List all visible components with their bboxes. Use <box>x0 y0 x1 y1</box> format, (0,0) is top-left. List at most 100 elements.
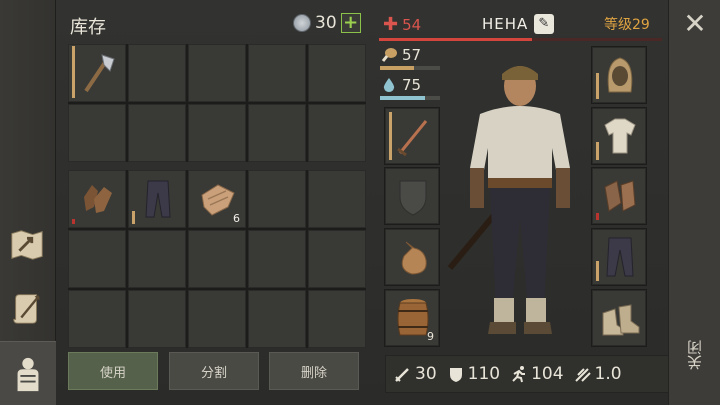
equip-slot-feet[interactable] <box>591 289 647 347</box>
water-bar-track <box>380 96 440 100</box>
add-coins-button[interactable]: + <box>340 13 361 33</box>
trousers-icon <box>145 180 171 218</box>
armor-stat: 110 <box>447 364 500 384</box>
rags-icon <box>201 184 235 216</box>
equip-slot-legs[interactable] <box>591 228 647 286</box>
running-icon <box>512 366 526 383</box>
close-panel: ✕ 关闭 <box>668 0 720 405</box>
inventory-slot[interactable]: 6 <box>188 170 246 228</box>
use-button[interactable]: 使用 <box>68 352 158 390</box>
player-level: 等级29 <box>604 17 650 33</box>
split-button[interactable]: 分割 <box>169 352 259 390</box>
inventory-slot[interactable] <box>68 290 126 348</box>
side-tabs <box>0 0 56 405</box>
gloves-icon <box>84 185 112 213</box>
health-value: 54 <box>402 15 422 34</box>
equip-slot-head[interactable] <box>591 46 647 104</box>
hood-icon <box>607 57 633 93</box>
equip-slot-container[interactable]: 9 <box>384 289 440 347</box>
food-value: 57 <box>402 46 422 64</box>
pants-icon <box>606 237 634 277</box>
food-drumstick-icon <box>381 48 397 62</box>
tab-character[interactable] <box>0 341 56 405</box>
coin-amount: 30 <box>315 13 337 33</box>
coin-counter: 30 + <box>293 13 361 33</box>
player-name: HEHA ✎ <box>482 14 555 34</box>
equip-slot-hands[interactable] <box>591 167 647 225</box>
inventory-slot[interactable] <box>188 44 246 102</box>
bag-icon <box>401 241 427 275</box>
durability-bar <box>596 213 599 220</box>
inventory-slot[interactable] <box>128 230 186 288</box>
speed-stat: 104 <box>510 364 564 384</box>
sword-attack-icon <box>395 368 409 382</box>
durability-bar <box>596 142 599 160</box>
scroll-quill-icon <box>13 294 40 324</box>
inventory-slot[interactable] <box>248 104 306 162</box>
durability-bar <box>596 73 599 99</box>
boots-icon <box>602 304 640 336</box>
inventory-slot[interactable] <box>188 290 246 348</box>
shirt-icon <box>604 118 636 154</box>
inventory-slot[interactable] <box>248 44 306 102</box>
item-count: 9 <box>427 330 434 343</box>
water-stat: 75 <box>380 76 421 94</box>
coin-icon <box>293 14 311 32</box>
inventory-title: 库存 <box>70 17 106 38</box>
inventory-slot[interactable] <box>308 44 366 102</box>
inventory-slot[interactable] <box>188 230 246 288</box>
close-button-label[interactable]: 关闭 <box>684 340 706 370</box>
inventory-slot[interactable] <box>128 104 186 162</box>
crafting-map-icon <box>11 230 43 260</box>
armor-shield-icon <box>449 368 462 382</box>
attack-speed-value: 1.0 <box>594 364 622 384</box>
food-bar-fill <box>380 66 415 70</box>
inventory-slot[interactable] <box>128 290 186 348</box>
health-stat: ✚ 54 <box>383 14 421 35</box>
inventory-slot[interactable] <box>248 290 306 348</box>
durability-bar <box>596 261 599 281</box>
equip-slot-weapon[interactable] <box>384 107 440 165</box>
water-value: 75 <box>402 76 422 94</box>
speed-value: 104 <box>531 364 564 384</box>
inventory-slot[interactable] <box>68 170 126 228</box>
attack-speed-stat: 1.0 <box>574 364 622 384</box>
equip-slot-bag[interactable] <box>384 228 440 286</box>
inventory-slot[interactable] <box>128 44 186 102</box>
food-stat: 57 <box>380 46 421 64</box>
durability-bar <box>389 112 392 160</box>
tab-crafting[interactable] <box>4 222 50 268</box>
inventory-slot[interactable] <box>248 170 306 228</box>
equip-slot-shield[interactable] <box>384 167 440 225</box>
hatchet-icon <box>84 54 115 93</box>
inventory-grid-primary <box>68 44 366 162</box>
shield-slot-icon <box>399 180 427 216</box>
edit-name-button[interactable]: ✎ <box>534 14 555 34</box>
close-icon[interactable]: ✕ <box>680 10 710 40</box>
health-bar-fill <box>379 38 532 41</box>
inventory-slot[interactable] <box>308 290 366 348</box>
inventory-slot[interactable] <box>128 170 186 228</box>
inventory-slot[interactable] <box>248 230 306 288</box>
inventory-slot[interactable] <box>68 230 126 288</box>
attack-speed-icon <box>574 368 591 382</box>
item-count: 6 <box>233 212 240 225</box>
food-bar-track <box>380 66 440 70</box>
inventory-slot[interactable] <box>308 170 366 228</box>
durability-bar <box>72 219 75 224</box>
inventory-slot[interactable] <box>68 104 126 162</box>
character-silhouette-icon <box>17 357 39 391</box>
attack-value: 30 <box>415 364 437 384</box>
inventory-grid-secondary: 6 <box>68 170 366 348</box>
delete-button[interactable]: 删除 <box>269 352 359 390</box>
tab-quests[interactable] <box>4 285 50 331</box>
inventory-slot[interactable] <box>68 44 126 102</box>
inventory-slot[interactable] <box>308 230 366 288</box>
equip-slot-chest[interactable] <box>591 107 647 165</box>
player-name-text: HEHA <box>482 15 529 33</box>
bracers-icon <box>604 180 636 212</box>
armor-value: 110 <box>467 364 501 384</box>
health-cross-icon: ✚ <box>383 14 399 35</box>
inventory-slot[interactable] <box>308 104 366 162</box>
inventory-slot[interactable] <box>188 104 246 162</box>
